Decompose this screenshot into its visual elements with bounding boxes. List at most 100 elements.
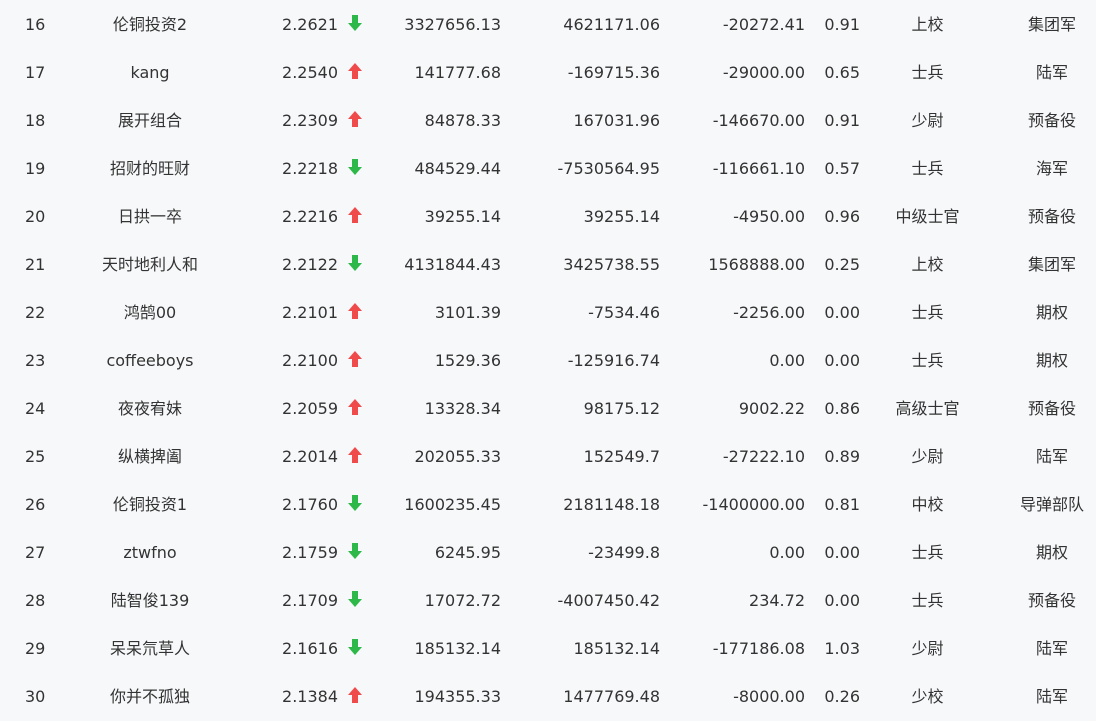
nav-cell: 2.2216 <box>282 207 338 226</box>
group-cell: 陆军 <box>1035 63 1068 82</box>
table-row[interactable]: 16 伦铜投资2 2.2621 3327656.13 4621171.06 -20272.… <box>0 1 1096 49</box>
arrow-down-icon <box>348 158 362 175</box>
rank-cell: 28 <box>25 591 46 610</box>
trend-cell <box>346 193 364 241</box>
group-cell: 海军 <box>1035 159 1068 178</box>
trend-cell <box>346 577 364 625</box>
nav-cell: 2.1709 <box>282 591 338 610</box>
value1-cell: 484529.44 <box>414 159 501 178</box>
table-row[interactable]: 20 日拱一卒 2.2216 39255.14 39255.14 -4950.00 0.96… <box>0 193 1096 241</box>
table-row[interactable]: 30 你并不孤独 2.1384 194355.33 1477769.48 -8000.00… <box>0 673 1096 721</box>
rank-cell: 30 <box>25 687 46 706</box>
table-row[interactable]: 23 coffeeboys 2.2100 1529.36 -125916.74 0.00 0… <box>0 337 1096 385</box>
group-cell: 陆军 <box>1035 639 1068 658</box>
trend-cell <box>346 385 364 433</box>
value1-cell: 6245.95 <box>434 543 501 562</box>
rank-title-cell: 士兵 <box>911 591 944 610</box>
group-cell: 期权 <box>1035 351 1068 370</box>
name-cell: 纵横捭阖 <box>117 447 182 466</box>
nav-cell: 2.2100 <box>282 351 338 370</box>
value1-cell: 141777.68 <box>414 63 501 82</box>
arrow-up-icon <box>348 398 362 415</box>
value1-cell: 1600235.45 <box>404 495 501 514</box>
trend-cell <box>346 1 364 49</box>
group-cell: 预备役 <box>1027 399 1076 418</box>
rank-cell: 17 <box>25 63 46 82</box>
table-row[interactable]: 24 夜夜宥妹 2.2059 13328.34 98175.12 9002.22 0.86 高… <box>0 385 1096 433</box>
rank-title-cell: 中校 <box>911 495 944 514</box>
name-cell: ztwfno <box>123 543 177 562</box>
value2-cell: -23499.8 <box>588 543 660 562</box>
ratio-cell: 0.00 <box>824 543 860 562</box>
table-row[interactable]: 22 鸿鹄00 2.2101 3101.39 -7534.46 -2256.00 0.00 士… <box>0 289 1096 337</box>
rank-cell: 20 <box>25 207 46 226</box>
table-row[interactable]: 27 ztwfno 2.1759 6245.95 -23499.8 0.00 0.00 士兵 期… <box>0 529 1096 577</box>
table-row[interactable]: 29 呆呆氘草人 2.1616 185132.14 185132.14 -177186.0… <box>0 625 1096 673</box>
value2-cell: -7534.46 <box>588 303 660 322</box>
value3-cell: -4950.00 <box>733 207 805 226</box>
table-row[interactable]: 21 天时地利人和 2.2122 4131844.43 3425738.55 156888… <box>0 241 1096 289</box>
rank-title-cell: 上校 <box>911 15 944 34</box>
value1-cell: 3327656.13 <box>404 15 501 34</box>
value1-cell: 185132.14 <box>414 639 501 658</box>
trend-cell <box>346 529 364 577</box>
value3-cell: -8000.00 <box>733 687 805 706</box>
rank-title-cell: 士兵 <box>911 543 944 562</box>
trend-cell <box>346 625 364 673</box>
ratio-cell: 0.91 <box>824 111 860 130</box>
value3-cell: -116661.10 <box>712 159 805 178</box>
trend-cell <box>346 49 364 97</box>
table-row[interactable]: 19 招财的旺财 2.2218 484529.44 -7530564.95 -116661… <box>0 145 1096 193</box>
rank-cell: 21 <box>25 255 46 274</box>
trend-cell <box>346 481 364 529</box>
nav-cell: 2.2621 <box>282 15 338 34</box>
rank-title-cell: 中级士官 <box>895 207 960 226</box>
table-row[interactable]: 17 kang 2.2540 141777.68 -169715.36 -29000.00… <box>0 49 1096 97</box>
value3-cell: 0.00 <box>769 351 805 370</box>
ratio-cell: 0.25 <box>824 255 860 274</box>
nav-cell: 2.2309 <box>282 111 338 130</box>
arrow-up-icon <box>348 62 362 79</box>
nav-cell: 2.2059 <box>282 399 338 418</box>
ratio-cell: 0.96 <box>824 207 860 226</box>
trend-cell <box>346 289 364 337</box>
rank-title-cell: 士兵 <box>911 63 944 82</box>
ratio-cell: 1.03 <box>824 639 860 658</box>
name-cell: 伦铜投资2 <box>112 15 188 34</box>
group-cell: 期权 <box>1035 543 1068 562</box>
rank-title-cell: 少校 <box>911 687 944 706</box>
rank-title-cell: 高级士官 <box>895 399 960 418</box>
ratio-cell: 0.00 <box>824 303 860 322</box>
value3-cell: 234.72 <box>749 591 805 610</box>
group-cell: 期权 <box>1035 303 1068 322</box>
table-row[interactable]: 18 展开组合 2.2309 84878.33 167031.96 -146670.00 0… <box>0 97 1096 145</box>
trend-cell <box>346 433 364 481</box>
table-row[interactable]: 26 伦铜投资1 2.1760 1600235.45 2181148.18 -140000… <box>0 481 1096 529</box>
rank-cell: 27 <box>25 543 46 562</box>
group-cell: 导弹部队 <box>1019 495 1084 514</box>
value2-cell: 98175.12 <box>583 399 660 418</box>
group-cell: 集团军 <box>1027 255 1076 274</box>
value3-cell: -20272.41 <box>722 15 805 34</box>
rank-cell: 23 <box>25 351 46 370</box>
value1-cell: 17072.72 <box>424 591 501 610</box>
rank-title-cell: 少尉 <box>911 111 944 130</box>
trend-cell <box>346 673 364 721</box>
name-cell: 夜夜宥妹 <box>117 399 182 418</box>
value3-cell: 1568888.00 <box>708 255 805 274</box>
trend-cell <box>346 337 364 385</box>
ratio-cell: 0.91 <box>824 15 860 34</box>
value1-cell: 1529.36 <box>434 351 501 370</box>
ratio-cell: 0.00 <box>824 351 860 370</box>
nav-cell: 2.1759 <box>282 543 338 562</box>
rank-cell: 16 <box>25 15 46 34</box>
table-row[interactable]: 28 陆智俊139 2.1709 17072.72 -4007450.42 234.72 0… <box>0 577 1096 625</box>
arrow-up-icon <box>348 350 362 367</box>
ratio-cell: 0.57 <box>824 159 860 178</box>
value2-cell: 152549.7 <box>583 447 660 466</box>
arrow-down-icon <box>348 494 362 511</box>
table-row[interactable]: 25 纵横捭阖 2.2014 202055.33 152549.7 -27222.10 0.… <box>0 433 1096 481</box>
rank-cell: 22 <box>25 303 46 322</box>
nav-cell: 2.1616 <box>282 639 338 658</box>
value3-cell: -1400000.00 <box>702 495 805 514</box>
